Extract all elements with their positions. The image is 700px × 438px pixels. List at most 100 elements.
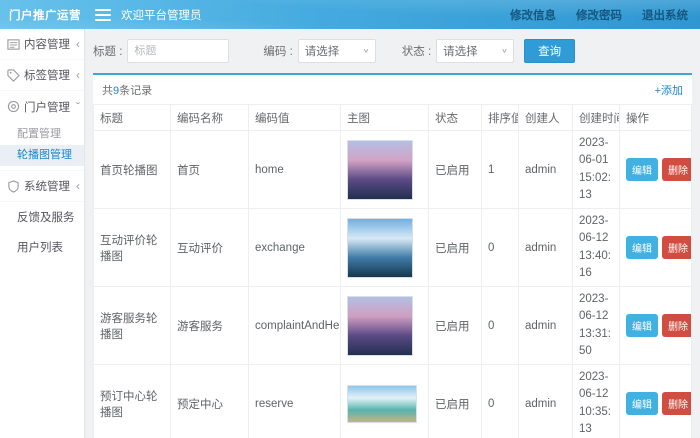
logout-link[interactable]: 退出系统 — [642, 7, 688, 23]
code-filter-select[interactable]: 请选择 ˅ — [298, 39, 376, 63]
chevron-left-icon: ‹ — [74, 68, 80, 82]
delete-button[interactable]: 删除 — [662, 314, 692, 337]
cell-creator: admin — [519, 365, 573, 438]
cell-creator: admin — [519, 287, 573, 365]
delete-button[interactable]: 删除 — [662, 158, 692, 181]
title-filter-label: 标题 : — [93, 43, 122, 59]
cell-created: 2023-06-12 10:35:13 — [573, 365, 620, 438]
code-select-value: 请选择 — [305, 43, 340, 59]
results-panel: 共9条记录 +添加 标题 编码名称 编码值 主图 — [93, 73, 692, 438]
welcome-text: 欢迎平台管理员 — [121, 7, 202, 23]
sidebar-item-feedback-service[interactable]: 反馈及服务 — [0, 202, 84, 232]
status-filter-select[interactable]: 请选择 ˅ — [436, 39, 514, 63]
cell-sort: 0 — [482, 209, 519, 287]
status-text: 已启用 — [429, 365, 482, 438]
cell-title: 互动评价轮播图 — [94, 209, 171, 287]
portal-submenu: 配置管理 轮播图管理 — [0, 122, 84, 171]
edit-button[interactable]: 编辑 — [626, 314, 658, 337]
portal-icon — [7, 100, 20, 113]
carousel-thumbnail — [347, 218, 413, 278]
cell-code-name: 首页 — [171, 131, 249, 209]
table-row: 游客服务轮播图 游客服务 complaintAndHelp 已启用 0 admi… — [94, 287, 692, 365]
select-chevron-down-icon: ˅ — [364, 47, 369, 55]
cell-code-value: home — [249, 131, 341, 209]
chevron-left-icon: ‹ — [74, 179, 80, 193]
cell-code-name: 游客服务 — [171, 287, 249, 365]
edit-button[interactable]: 编辑 — [626, 392, 658, 415]
sidebar-item-tag-mgmt[interactable]: 标签管理 ‹ — [0, 60, 84, 91]
sidebar-item-portal-mgmt[interactable]: 门户管理 ˇ — [0, 91, 84, 122]
cell-title: 预订中心轮播图 — [94, 365, 171, 438]
chevron-left-icon: ‹ — [74, 37, 80, 51]
sidebar-item-label: 系统管理 — [24, 178, 74, 194]
cell-title: 首页轮播图 — [94, 131, 171, 209]
sidebar-item-carousel-mgmt[interactable]: 轮播图管理 — [0, 145, 84, 166]
col-main-image: 主图 — [341, 105, 429, 131]
table-row: 首页轮播图 首页 home 已启用 1 admin 2023-06-01 15:… — [94, 131, 692, 209]
cell-created: 2023-06-01 15:02:13 — [573, 131, 620, 209]
col-sort: 排序值 — [482, 105, 519, 131]
table-header-row: 标题 编码名称 编码值 主图 状态 排序值 创建人 创建时间 操作 — [94, 105, 692, 131]
system-shield-icon — [7, 180, 20, 193]
cell-created: 2023-06-12 13:40:16 — [573, 209, 620, 287]
col-status: 状态 — [429, 105, 482, 131]
table-row: 互动评价轮播图 互动评价 exchange 已启用 0 admin 2023-0… — [94, 209, 692, 287]
record-count-text: 共9条记录 — [102, 82, 152, 98]
delete-button[interactable]: 删除 — [662, 392, 692, 415]
sidebar-item-label: 内容管理 — [24, 36, 74, 52]
code-filter-label: 编码 : — [263, 43, 292, 59]
cell-code-name: 互动评价 — [171, 209, 249, 287]
edit-button[interactable]: 编辑 — [626, 158, 658, 181]
status-text: 已启用 — [429, 287, 482, 365]
records-bar: 共9条记录 +添加 — [93, 75, 692, 104]
col-created: 创建时间 — [573, 105, 620, 131]
cell-sort: 1 — [482, 131, 519, 209]
edit-info-link[interactable]: 修改信息 — [510, 7, 556, 23]
status-text: 已启用 — [429, 209, 482, 287]
main-content: 标题 : 编码 : 请选择 ˅ 状态 : 请选择 ˅ 查询 — [85, 29, 700, 438]
col-title: 标题 — [94, 105, 171, 131]
tag-icon — [7, 69, 20, 82]
search-bar: 标题 : 编码 : 请选择 ˅ 状态 : 请选择 ˅ 查询 — [93, 39, 692, 63]
sidebar: 内容管理 ‹ 标签管理 ‹ 门户管理 ˇ 配置管理 轮播图管理 系统管理 ‹ — [0, 29, 85, 438]
carousel-table: 标题 编码名称 编码值 主图 状态 排序值 创建人 创建时间 操作 — [93, 104, 692, 438]
carousel-thumbnail — [347, 140, 413, 200]
cell-creator: admin — [519, 131, 573, 209]
sidebar-item-content-mgmt[interactable]: 内容管理 ‹ — [0, 29, 84, 60]
carousel-thumbnail — [347, 296, 413, 356]
cell-code-value: complaintAndHelp — [249, 287, 341, 365]
app-window: 门户推广运营 欢迎平台管理员 修改信息 修改密码 退出系统 内容管理 ‹ 标签管… — [0, 0, 700, 438]
cell-code-value: reserve — [249, 365, 341, 438]
sidebar-item-label: 标签管理 — [24, 67, 74, 83]
select-chevron-down-icon: ˅ — [502, 47, 507, 55]
delete-button[interactable]: 删除 — [662, 236, 692, 259]
title-filter-input[interactable] — [127, 39, 229, 63]
sidebar-item-config-mgmt[interactable]: 配置管理 — [0, 124, 84, 145]
cell-created: 2023-06-12 13:31:50 — [573, 287, 620, 365]
sidebar-item-system-mgmt[interactable]: 系统管理 ‹ — [0, 171, 84, 202]
change-password-link[interactable]: 修改密码 — [576, 7, 622, 23]
edit-button[interactable]: 编辑 — [626, 236, 658, 259]
chevron-down-icon: ˇ — [74, 100, 80, 114]
col-creator: 创建人 — [519, 105, 573, 131]
status-text: 已启用 — [429, 131, 482, 209]
hamburger-menu-icon[interactable] — [95, 9, 111, 21]
carousel-thumbnail — [347, 385, 417, 423]
query-button[interactable]: 查询 — [524, 39, 575, 63]
app-title: 门户推广运营 — [0, 7, 85, 23]
add-button[interactable]: +添加 — [655, 82, 683, 98]
col-code-name: 编码名称 — [171, 105, 249, 131]
cell-sort: 0 — [482, 365, 519, 438]
col-code-value: 编码值 — [249, 105, 341, 131]
sidebar-item-user-list[interactable]: 用户列表 — [0, 232, 84, 262]
cell-sort: 0 — [482, 287, 519, 365]
cell-code-name: 预定中心 — [171, 365, 249, 438]
cell-creator: admin — [519, 209, 573, 287]
top-header: 门户推广运营 欢迎平台管理员 修改信息 修改密码 退出系统 — [0, 0, 700, 29]
header-links: 修改信息 修改密码 退出系统 — [510, 7, 700, 23]
col-ops: 操作 — [620, 105, 692, 131]
table-row: 预订中心轮播图 预定中心 reserve 已启用 0 admin 2023-06… — [94, 365, 692, 438]
sidebar-item-label: 门户管理 — [24, 99, 74, 115]
cell-title: 游客服务轮播图 — [94, 287, 171, 365]
cell-code-value: exchange — [249, 209, 341, 287]
